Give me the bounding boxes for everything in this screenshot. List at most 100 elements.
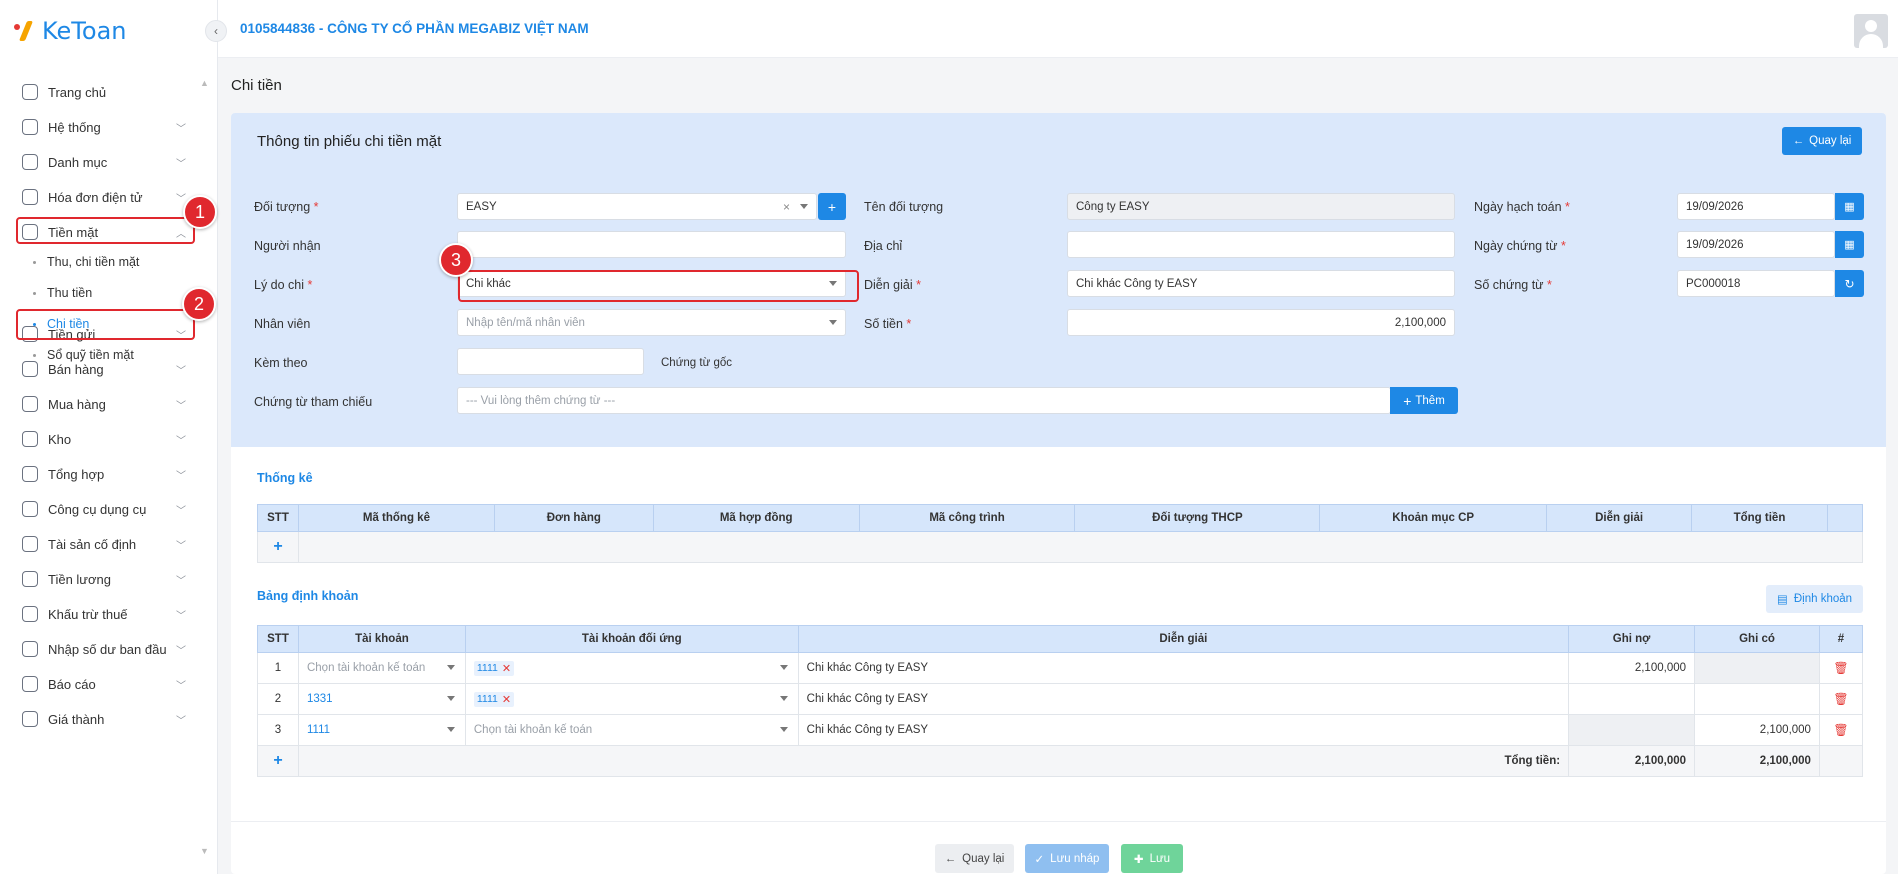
ngay-chung-tu-input[interactable]: 19/09/2026 [1677,231,1835,258]
remove-tag-icon[interactable]: ✕ [502,662,511,675]
add-thong-ke-row-button[interactable]: + [257,531,299,563]
row-description[interactable]: Chi khác Công ty EASY [797,714,1570,746]
chevron-down-icon: ﹀ [176,611,186,622]
chevron-down-icon [446,665,455,670]
sidebar-item-17[interactable]: Giá thành ﹀ [0,704,218,734]
account-select-inner[interactable]: 1111 [307,715,457,745]
cart-icon [22,396,38,412]
sidebar-item-label: Công cụ dụng cụ [48,501,147,517]
add-doi-tuong-button[interactable]: + [818,193,846,220]
clear-icon[interactable]: × [783,200,790,214]
dinh-khoan-button[interactable]: ▤ Định khoản [1766,585,1863,613]
arrow-left-icon: ← [1792,135,1805,147]
delete-row-button[interactable]: 🗑 [1818,714,1864,746]
sidebar-subitem-1[interactable]: Thu, chi tiền mặt [0,249,218,275]
avatar[interactable] [1854,14,1888,48]
sidebar-item-11[interactable]: Công cụ dụng cụ ﹀ [0,494,218,524]
chevron-down-icon: ﹀ [176,159,186,170]
calendar-icon: ▦ [1844,201,1855,213]
sidebar-item-1[interactable]: Trang chủ [0,77,218,107]
sidebar-item-3[interactable]: Danh mục ﹀ [0,147,218,177]
account-select[interactable]: 1111 [297,714,466,746]
remove-tag-icon[interactable]: ✕ [502,693,511,706]
highlight-tien-mat [16,217,195,244]
save-button[interactable]: ✚ Lưu [1121,844,1183,873]
contra-account-select[interactable]: Chọn tài khoản kế toán [464,714,799,746]
ghi-no-cell[interactable] [1568,683,1696,715]
sidebar-item-2[interactable]: Hệ thống ﹀ [0,112,218,142]
add-reference-button[interactable]: + Thêm [1390,387,1458,414]
dinh-khoan-col-header: Ghi có [1694,625,1820,653]
tools-icon [22,501,38,517]
ghi-co-cell[interactable] [1694,652,1820,684]
contra-account-inner[interactable]: Chọn tài khoản kế toán [474,715,790,745]
calendar-button-1[interactable]: ▦ [1835,193,1864,220]
account-select[interactable]: 1331 [297,683,466,715]
scroll-down-icon[interactable]: ▼ [200,846,209,856]
sidebar-collapse-button[interactable]: ‹ [205,20,227,42]
total-ghi-no: 2,100,000 [1568,745,1696,777]
sidebar-subitem-4[interactable]: Sổ quỹ tiền mặt [0,342,218,368]
add-dinh-khoan-row-button[interactable]: + [257,745,299,777]
account-select-inner[interactable]: 1331 [307,684,457,714]
table-footer-row: + Tổng tiền: 2,100,000 2,100,000 [257,745,1864,777]
ngay-hach-toan-input[interactable]: 19/09/2026 [1677,193,1835,220]
thong-ke-col-header: Khoản mục CP [1319,504,1548,532]
so-tien-input[interactable]: 2,100,000 [1067,309,1455,336]
table-row: 3 1111 Chọn tài khoản kế toán Chi khác Công… [257,714,1864,746]
delete-row-button[interactable]: 🗑 [1818,683,1864,715]
back-button-top[interactable]: ← Quay lại [1782,127,1862,155]
sidebar: KeToan ▲ Trang chủ Hệ thống ﹀ Danh mục ﹀ Hóa … [0,0,218,874]
sidebar-item-12[interactable]: Tài sản cố định ﹀ [0,529,218,559]
row-description[interactable]: Chi khác Công ty EASY [797,652,1570,684]
nguoi-nhan-input[interactable] [457,231,846,258]
kem-theo-input[interactable] [457,348,644,375]
save-draft-button[interactable]: ✓ Lưu nháp [1025,844,1109,873]
nhan-vien-select[interactable]: Nhập tên/mã nhân viên [457,309,846,336]
sidebar-item-9[interactable]: Kho ﹀ [0,424,218,454]
doi-tuong-select[interactable]: EASY × [457,193,817,220]
marker-2: 2 [182,287,216,321]
sidebar-item-8[interactable]: Mua hàng ﹀ [0,389,218,419]
sidebar-item-16[interactable]: Báo cáo ﹀ [0,669,218,699]
chung-tu-goc-label: Chứng từ gốc [661,357,733,369]
so-chung-tu-input[interactable]: PC000018 [1677,270,1835,297]
sidebar-item-13[interactable]: Tiền lương ﹀ [0,564,218,594]
gear-icon [22,119,38,135]
sidebar-item-label: Tổng hợp [48,466,105,482]
account-select-inner[interactable]: Chọn tài khoản kế toán [307,653,457,683]
sidebar-item-14[interactable]: Khấu trừ thuế ﹀ [0,599,218,629]
contra-account-inner[interactable]: 1111 ✕ [473,684,790,714]
ghi-no-cell[interactable]: 2,100,000 [1568,652,1696,684]
delete-row-button[interactable]: 🗑 [1818,652,1864,684]
chung-tu-tham-chieu-input[interactable]: --- Vui lòng thêm chứng từ --- [457,387,1391,414]
ghi-no-cell[interactable] [1568,714,1696,746]
topbar: 0105844836 - CÔNG TY CỔ PHẦN MEGABIZ VIỆ… [218,0,1898,58]
logo[interactable]: KeToan [14,16,127,46]
ghi-co-cell[interactable]: 2,100,000 [1694,714,1820,746]
chevron-down-icon: ﹀ [176,401,186,412]
sidebar-item-10[interactable]: Tổng hợp ﹀ [0,459,218,489]
plus-icon: + [273,752,283,769]
refresh-number-button[interactable]: ↻ [1835,270,1864,297]
calendar-button-2[interactable]: ▦ [1835,231,1864,258]
company-name[interactable]: 0105844836 - CÔNG TY CỔ PHẦN MEGABIZ VIỆ… [240,21,589,36]
thong-ke-title: Thống kê [257,471,313,485]
contra-account-select[interactable]: 1111 ✕ [464,652,799,684]
sidebar-item-15[interactable]: Nhập số dư ban đầu ﹀ [0,634,218,664]
contra-account-select[interactable]: 1111 ✕ [464,683,799,715]
warehouse-icon [22,431,38,447]
row-description[interactable]: Chi khác Công ty EASY [797,683,1570,715]
row-stt: 3 [257,714,299,746]
dien-giai-input[interactable]: Chi khác Công ty EASY [1067,270,1455,297]
logo-text: KeToan [42,17,127,45]
tax-icon [22,606,38,622]
dia-chi-input[interactable] [1067,231,1455,258]
sidebar-item-label: Hóa đơn điện tử [48,189,143,205]
total-ghi-co: 2,100,000 [1694,745,1820,777]
contra-account-inner[interactable]: 1111 ✕ [473,653,790,683]
back-button-bottom[interactable]: ← Quay lại [935,844,1014,873]
chevron-down-icon [446,727,455,732]
ghi-co-cell[interactable] [1694,683,1820,715]
account-select[interactable]: Chọn tài khoản kế toán [297,652,466,684]
